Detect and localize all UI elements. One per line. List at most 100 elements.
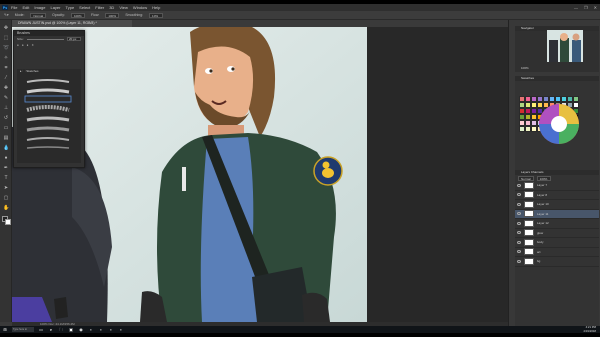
store-icon[interactable]: ▣: [68, 327, 74, 332]
visibility-eye-icon[interactable]: [517, 231, 521, 235]
menu-window[interactable]: Window: [133, 5, 147, 10]
history-brush-tool-icon[interactable]: ↺: [3, 116, 9, 121]
app-icon[interactable]: ▪: [118, 327, 124, 332]
layer-row[interactable]: Layer 12: [515, 219, 599, 229]
close-button[interactable]: ✕: [594, 5, 597, 10]
menu-help[interactable]: Help: [152, 5, 160, 10]
healing-tool-icon[interactable]: ✚: [3, 86, 9, 91]
navigator-zoom[interactable]: 100%: [521, 66, 529, 70]
smoothing-label: Smoothing:: [125, 13, 144, 17]
task-view-icon[interactable]: ▭: [38, 327, 44, 332]
layer-row[interactable]: Layer 7: [515, 181, 599, 191]
file-explorer-icon[interactable]: 🗀: [58, 327, 64, 332]
menu-view[interactable]: View: [119, 5, 128, 10]
hand-tool-icon[interactable]: ✋: [3, 206, 9, 211]
layers-panel: Layers Channels Normal 100% Layer 7 Layer…: [515, 170, 599, 326]
window-controls: — ❐ ✕: [574, 5, 597, 10]
menu-file[interactable]: File: [11, 5, 17, 10]
layer-opacity-field[interactable]: 100%: [536, 175, 551, 181]
shape-tool-icon[interactable]: ▢: [3, 196, 9, 201]
layer-row[interactable]: bg: [515, 257, 599, 267]
visibility-eye-icon[interactable]: [517, 202, 521, 206]
brush-tip-icon[interactable]: ●: [22, 43, 24, 47]
taskbar: ⊞ Type here to search ▭ e 🗀 ▣ ◉ ▪ ▪ ▪ ▪ …: [0, 325, 600, 333]
opacity-field[interactable]: 100%: [70, 12, 85, 18]
navigator-panel: Navigator 100%: [515, 26, 599, 72]
layer-row[interactable]: Layer 11: [515, 209, 599, 219]
crop-tool-icon[interactable]: ⌗: [3, 66, 9, 71]
quick-select-tool-icon[interactable]: ✧: [3, 56, 9, 61]
brush-tool-icon[interactable]: ✎: [3, 96, 9, 101]
visibility-eye-icon[interactable]: [517, 183, 521, 187]
visibility-eye-icon[interactable]: [517, 259, 521, 263]
opacity-label: Opacity:: [52, 13, 65, 17]
visibility-eye-icon[interactable]: [517, 221, 521, 225]
gradient-tool-icon[interactable]: ▤: [3, 136, 9, 141]
menu-image[interactable]: Image: [34, 5, 45, 10]
mode-label: Mode:: [14, 13, 25, 17]
pen-tool-icon[interactable]: ✒: [3, 166, 9, 171]
layer-thumbnail: [524, 238, 534, 246]
layer-name: Layer 12: [537, 221, 549, 226]
brush-tips-row: ● ● ● ✶: [14, 42, 84, 48]
mode-select[interactable]: Normal: [30, 12, 47, 18]
swatches-tab[interactable]: Swatches: [515, 76, 599, 81]
lasso-tool-icon[interactable]: ➰: [3, 46, 9, 51]
tools-panel: ✥ ⬚ ➰ ✧ ⌗ ⁄ ✚ ✎ ⊥ ↺ ▭ ▤ 💧 ● ✒ T ➤ ▢ ✋: [0, 20, 12, 322]
menu-select[interactable]: Select: [79, 5, 90, 10]
brush-size-field[interactable]: 20 px: [67, 37, 81, 41]
app-icon[interactable]: ▪: [98, 327, 104, 332]
minimize-button[interactable]: —: [574, 5, 578, 10]
letterbox-bottom: [0, 333, 600, 337]
brush-size-slider[interactable]: [26, 38, 64, 40]
marquee-tool-icon[interactable]: ⬚: [3, 36, 9, 41]
chrome-icon[interactable]: ◉: [78, 327, 84, 332]
brush-preset-icon[interactable]: ✎▾: [4, 13, 9, 17]
taskbar-clock[interactable]: 4:21 PM 2/19/2018: [584, 325, 596, 333]
smoothing-field[interactable]: 10%: [149, 12, 164, 18]
document-tab[interactable]: DRAWN JUSTIN.psd @ 100% (Layer 11, RGB/8…: [12, 20, 132, 27]
brush-tip-icon[interactable]: ●: [27, 43, 29, 47]
color-wheel[interactable]: [537, 102, 581, 146]
blend-mode-select[interactable]: Normal: [518, 175, 534, 181]
menu-edit[interactable]: Edit: [22, 5, 29, 10]
windows-start-icon[interactable]: ⊞: [2, 327, 8, 332]
photoshop-taskbar-icon[interactable]: ▪: [88, 327, 94, 332]
brush-panel: Brushes Size: 20 px ● ● ● ✶ ▸ 🗀 Sketches: [13, 30, 85, 168]
app-icon[interactable]: ▪: [108, 327, 114, 332]
visibility-eye-icon[interactable]: [517, 212, 521, 216]
navigator-thumbnail[interactable]: [547, 30, 583, 62]
brush-size-label: Size:: [17, 37, 24, 41]
background-color-swatch[interactable]: [5, 219, 11, 225]
brush-tip-icon[interactable]: ●: [17, 43, 19, 47]
layer-row[interactable]: art: [515, 248, 599, 257]
flow-field[interactable]: 100%: [105, 12, 120, 18]
layer-name: Layer 10: [537, 202, 549, 207]
visibility-eye-icon[interactable]: [517, 250, 521, 254]
menu-3d[interactable]: 3D: [109, 5, 114, 10]
taskbar-search[interactable]: Type here to search: [12, 327, 34, 332]
layer-row[interactable]: Layer 8: [515, 191, 599, 200]
dodge-tool-icon[interactable]: ●: [3, 156, 9, 161]
layer-row[interactable]: glow: [515, 229, 599, 238]
visibility-eye-icon[interactable]: [517, 193, 521, 197]
visibility-eye-icon[interactable]: [517, 240, 521, 244]
menu-layer[interactable]: Layer: [50, 5, 60, 10]
maximize-button[interactable]: ❐: [584, 5, 588, 10]
edge-browser-icon[interactable]: e: [48, 327, 54, 332]
layer-row[interactable]: body: [515, 238, 599, 248]
stamp-tool-icon[interactable]: ⊥: [3, 106, 9, 111]
layer-name: art: [537, 249, 541, 254]
menu-type[interactable]: Type: [66, 5, 75, 10]
type-tool-icon[interactable]: T: [3, 176, 9, 181]
layer-list: Layer 7 Layer 8 Layer 10 Layer 11 Layer 12 gl…: [515, 181, 599, 267]
move-tool-icon[interactable]: ✥: [3, 26, 9, 31]
eyedropper-tool-icon[interactable]: ⁄: [3, 76, 9, 81]
path-select-tool-icon[interactable]: ➤: [3, 186, 9, 191]
blur-tool-icon[interactable]: 💧: [3, 146, 9, 151]
layer-row[interactable]: Layer 10: [515, 200, 599, 210]
brush-tip-icon[interactable]: ✶: [31, 43, 34, 47]
eraser-tool-icon[interactable]: ▭: [3, 126, 9, 131]
menu-filter[interactable]: Filter: [95, 5, 104, 10]
layer-thumbnail: [524, 191, 534, 199]
